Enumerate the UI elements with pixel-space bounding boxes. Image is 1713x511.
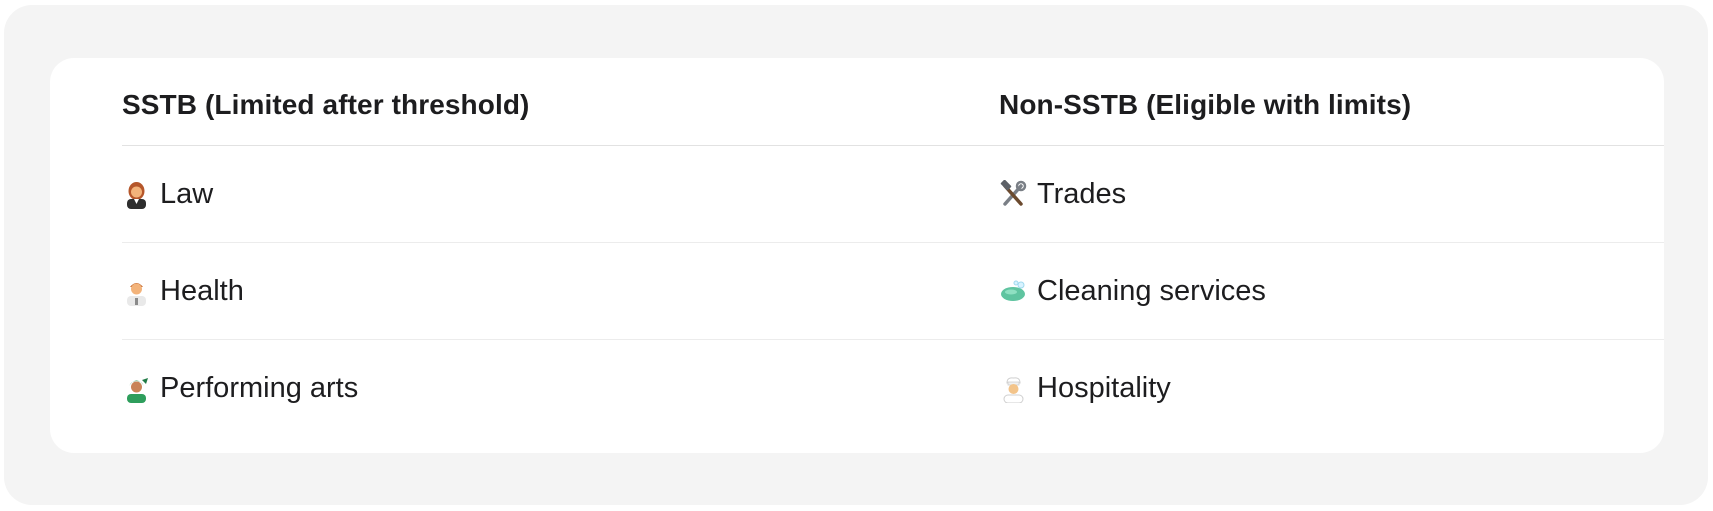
- table-cell-sstb: Performing arts: [122, 372, 999, 405]
- column-header-non-sstb: Non-SSTB (Eligible with limits): [999, 88, 1412, 120]
- table-cell-label: Hospitality: [1037, 372, 1171, 404]
- table-cell-sstb: Law: [122, 178, 999, 211]
- table-cell-label: Health: [160, 274, 244, 307]
- table-cell-label: Cleaning services: [1037, 274, 1266, 307]
- table-cell-non-sstb: Trades: [999, 178, 1664, 211]
- table-row: Law Trades: [122, 146, 1664, 243]
- table-header-row: SSTB (Limited after threshold) Non-SSTB …: [122, 58, 1664, 146]
- table-row: Health Cleaning services: [122, 243, 1664, 340]
- judge-person-icon: [122, 180, 151, 209]
- column-header-sstb: SSTB (Limited after threshold): [122, 88, 530, 120]
- performer-person-icon: [122, 374, 151, 403]
- comparison-table: SSTB (Limited after threshold) Non-SSTB …: [122, 58, 1664, 437]
- table-cell-non-sstb: Cleaning services: [999, 275, 1664, 308]
- soap-icon: [999, 277, 1028, 306]
- table-cell-label: Trades: [1037, 177, 1127, 210]
- cook-icon: [999, 374, 1028, 403]
- table-cell-label: Law: [160, 177, 214, 210]
- comparison-card: SSTB (Limited after threshold) Non-SSTB …: [50, 58, 1664, 453]
- hammer-and-wrench-icon: [999, 179, 1028, 209]
- table-cell-non-sstb: Hospitality: [999, 372, 1664, 405]
- table-row: Performing arts Hospitality: [122, 340, 1664, 437]
- table-cell-sstb: Health: [122, 275, 999, 308]
- table-cell-label: Performing arts: [160, 372, 359, 404]
- health-worker-icon: [122, 277, 151, 306]
- outer-panel: SSTB (Limited after threshold) Non-SSTB …: [4, 5, 1708, 505]
